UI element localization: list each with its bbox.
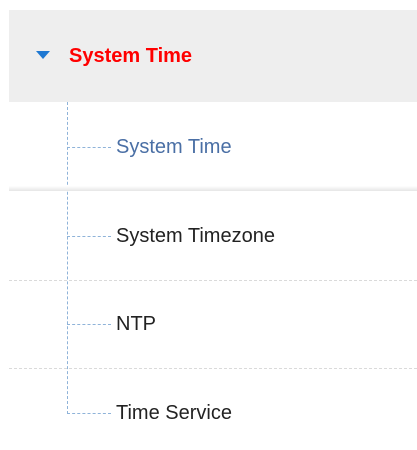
nav-item-label[interactable]: System Timezone bbox=[116, 224, 275, 248]
tree-connector bbox=[67, 236, 111, 237]
nav-item-system-time[interactable]: System Time bbox=[9, 102, 417, 190]
nav-item-ntp[interactable]: NTP bbox=[9, 280, 417, 368]
tree-connector bbox=[67, 324, 111, 325]
nav-group-system-time[interactable]: System Time bbox=[9, 10, 417, 102]
nav-item-time-service[interactable]: Time Service bbox=[9, 368, 417, 450]
tree-connector bbox=[67, 147, 111, 148]
tree-connector bbox=[67, 413, 111, 414]
nav-group-title[interactable]: System Time bbox=[69, 44, 192, 68]
side-nav-menu: System Time System Time System Timezone … bbox=[0, 0, 417, 450]
nav-item-system-timezone[interactable]: System Timezone bbox=[9, 190, 417, 280]
caret-down-icon[interactable] bbox=[36, 51, 50, 59]
nav-item-label[interactable]: Time Service bbox=[116, 401, 232, 425]
nav-item-label[interactable]: NTP bbox=[116, 312, 156, 336]
nav-item-label[interactable]: System Time bbox=[116, 135, 232, 159]
